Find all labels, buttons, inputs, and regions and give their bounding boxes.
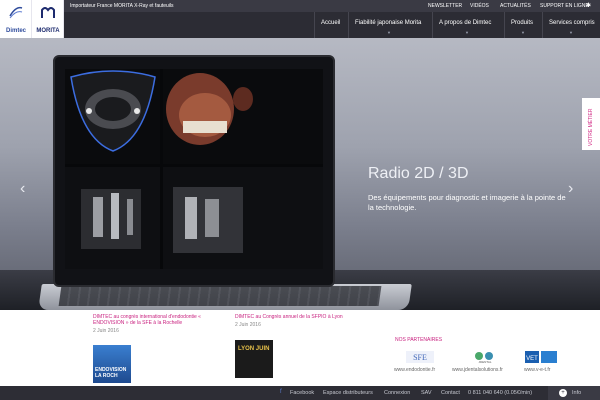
nav-label: Services compris xyxy=(549,20,595,26)
info-button[interactable]: + Info xyxy=(548,386,600,400)
nav-services[interactable]: Services compris ▼ xyxy=(542,12,600,38)
tagline: Importateur France MORITA X-Ray et faute… xyxy=(70,3,174,9)
videos-link[interactable]: VIDÉOS xyxy=(470,3,489,9)
news-item[interactable]: DIMTEC au congrès international d'endodo… xyxy=(93,314,223,334)
chevron-down-icon: ▼ xyxy=(569,30,573,35)
support-star-icon: ✱ xyxy=(586,3,592,9)
actualites-link[interactable]: ACTUALITÉS xyxy=(500,3,531,9)
nav-label: Produits xyxy=(511,20,534,26)
hero-title: Radio 2D / 3D xyxy=(368,165,469,182)
morita-logo-icon xyxy=(41,7,55,18)
jdental-logo-icon: JDENTAL xyxy=(475,352,493,364)
footer-phone: 0 811 040 640 (0.05€/min) xyxy=(468,390,533,396)
partner-url[interactable]: www.v-e-t.fr xyxy=(524,367,550,373)
main-nav: Accueil Fiabilité japonaise Morita ▼ A p… xyxy=(64,12,600,38)
vet-logo-text: VET xyxy=(526,356,538,362)
sfe-logo-text: SFE xyxy=(413,353,427,362)
footer-link-contact[interactable]: Contact xyxy=(441,390,460,396)
dimtec-logo[interactable]: Dimtec xyxy=(0,0,32,38)
partner-logo-sfe[interactable]: SFE xyxy=(402,350,438,364)
news-thumbnail[interactable]: LYON JUIN xyxy=(235,340,273,378)
partner-logo-jdental[interactable]: JDENTAL xyxy=(467,350,503,364)
morita-logo[interactable]: MORITA xyxy=(32,0,64,38)
xray-scans-image xyxy=(65,69,323,269)
votre-metier-tab[interactable]: VOTRE MÉTIER xyxy=(582,98,600,150)
footer-link-distributeurs[interactable]: Espace distributeurs xyxy=(323,390,373,396)
next-arrow-icon[interactable]: › xyxy=(568,180,573,198)
newsletter-link[interactable]: NEWSLETTER xyxy=(428,3,462,9)
top-utility-bar: Importateur France MORITA X-Ray et faute… xyxy=(64,0,600,12)
news-thumbnail[interactable]: ENDOVISION LA ROCH xyxy=(93,345,131,383)
chevron-down-icon: ▼ xyxy=(387,30,391,35)
morita-logo-text: MORITA xyxy=(36,28,60,34)
prev-arrow-icon[interactable]: ‹ xyxy=(20,180,25,198)
vet-logo-icon: VET xyxy=(525,351,557,363)
facebook-icon[interactable]: f xyxy=(280,389,282,395)
news-title[interactable]: DIMTEC au Congrès annuel de la SFPIO à L… xyxy=(235,314,365,320)
plus-icon: + xyxy=(559,389,567,397)
jdental-logo-text: JDENTAL xyxy=(478,360,491,364)
dimtec-logo-icon xyxy=(9,6,23,19)
footer-link-connexion[interactable]: Connexion xyxy=(384,390,410,396)
footer-link-sav[interactable]: SAV xyxy=(421,390,432,396)
thumb-label: LYON JUIN xyxy=(238,346,270,352)
news-item[interactable]: DIMTEC au Congrès annuel de la SFPIO à L… xyxy=(235,314,365,328)
dimtec-logo-text: Dimtec xyxy=(5,28,26,34)
nav-label: A propos de Dimtec xyxy=(439,20,492,26)
partner-url[interactable]: www.endodontie.fr xyxy=(394,367,435,373)
nav-label: Accueil xyxy=(321,20,341,26)
nav-produits[interactable]: Produits ▼ xyxy=(504,12,542,38)
partners-heading: NOS PARTENAIRES xyxy=(395,337,443,343)
chevron-down-icon: ▼ xyxy=(465,30,469,35)
nav-label: Fiabilité japonaise Morita xyxy=(355,20,422,26)
footer-link-facebook[interactable]: Facebook xyxy=(290,390,314,396)
nav-a-propos[interactable]: A propos de Dimtec ▼ xyxy=(432,12,504,38)
hero-subtitle: Des équipements pour diagnostic et image… xyxy=(368,193,566,212)
news-date: 2 Juin 2016 xyxy=(93,328,119,334)
thumb-label: ENDOVISION LA ROCH xyxy=(95,367,127,379)
news-date: 2 Juin 2016 xyxy=(235,322,261,328)
partner-url[interactable]: www.jdentalsolutions.fr xyxy=(452,367,503,373)
chevron-down-icon: ▼ xyxy=(521,30,525,35)
laptop-screen-image xyxy=(53,55,335,287)
footer-bar: f Facebook Espace distributeurs Connexio… xyxy=(0,386,600,400)
partner-logo-vet[interactable]: VET xyxy=(523,350,559,364)
nav-accueil[interactable]: Accueil xyxy=(314,12,348,38)
info-label: Info xyxy=(572,390,582,396)
votre-metier-label: VOTRE MÉTIER xyxy=(588,108,594,146)
support-link[interactable]: SUPPORT EN LIGNE xyxy=(540,3,589,9)
sfe-logo-icon: SFE xyxy=(406,351,434,363)
laptop-keyboard-image xyxy=(58,286,382,306)
news-title[interactable]: DIMTEC au congrès international d'endodo… xyxy=(93,314,223,326)
nav-fiabilite[interactable]: Fiabilité japonaise Morita ▼ xyxy=(348,12,432,38)
brand-logos: Dimtec MORITA xyxy=(0,0,64,38)
